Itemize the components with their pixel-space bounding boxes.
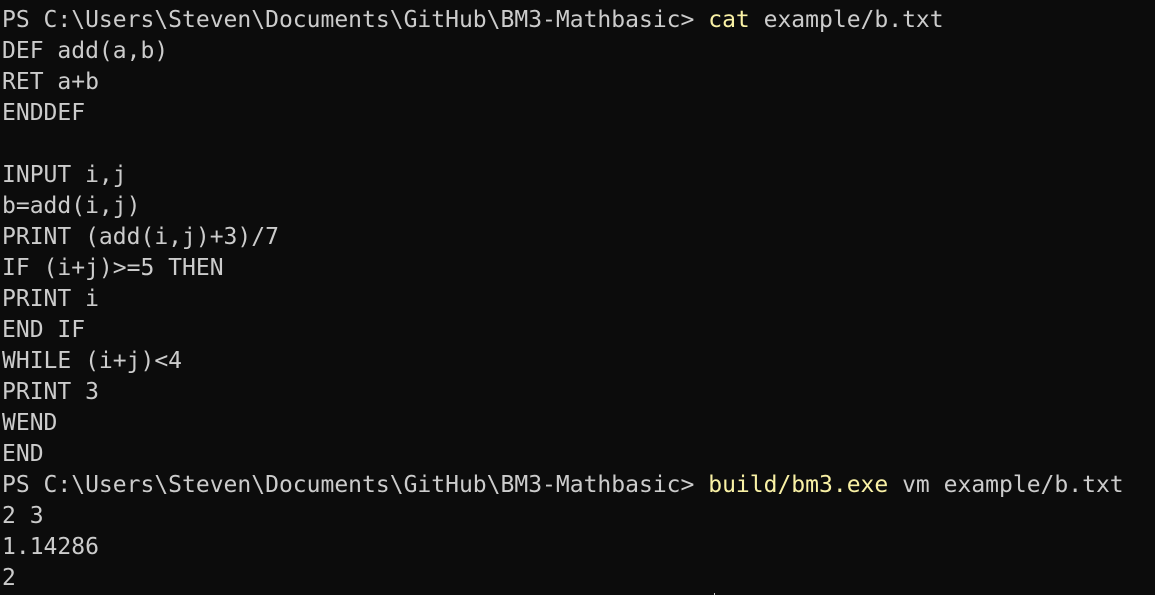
- file-line: WEND: [2, 410, 58, 436]
- file-line: INPUT i,j: [2, 162, 127, 188]
- output-line: 2: [2, 565, 16, 591]
- file-line: DEF add(a,b): [2, 38, 169, 64]
- file-line: ENDDEF: [2, 100, 86, 126]
- file-line: PRINT 3: [2, 379, 99, 405]
- command-name: build/bm3.exe: [708, 472, 889, 498]
- prompt-path: PS C:\Users\Steven\Documents\GitHub\BM3-…: [2, 7, 709, 33]
- file-line: WHILE (i+j)<4: [2, 348, 183, 374]
- file-line: END IF: [2, 317, 86, 343]
- file-line: [2, 129, 1155, 160]
- file-line: PRINT i: [2, 286, 99, 312]
- command-name: cat: [708, 7, 750, 33]
- command-args: example/b.txt: [749, 7, 944, 33]
- terminal-window[interactable]: PS C:\Users\Steven\Documents\GitHub\BM3-…: [0, 0, 1155, 595]
- prompt-line: PS C:\Users\Steven\Documents\GitHub\BM3-…: [2, 470, 1155, 501]
- file-line: IF (i+j)>=5 THEN: [2, 255, 224, 281]
- file-line: b=add(i,j): [2, 193, 141, 219]
- prompt-path: PS C:\Users\Steven\Documents\GitHub\BM3-…: [2, 472, 709, 498]
- prompt-line: PS C:\Users\Steven\Documents\GitHub\BM3-…: [2, 5, 1155, 36]
- file-line: PRINT (add(i,j)+3)/7: [2, 224, 279, 250]
- file-line: END: [2, 441, 44, 467]
- output-line: 2 3: [2, 503, 44, 529]
- command-args: vm example/b.txt: [888, 472, 1124, 498]
- output-line: 1.14286: [2, 534, 99, 560]
- file-line: RET a+b: [2, 69, 99, 95]
